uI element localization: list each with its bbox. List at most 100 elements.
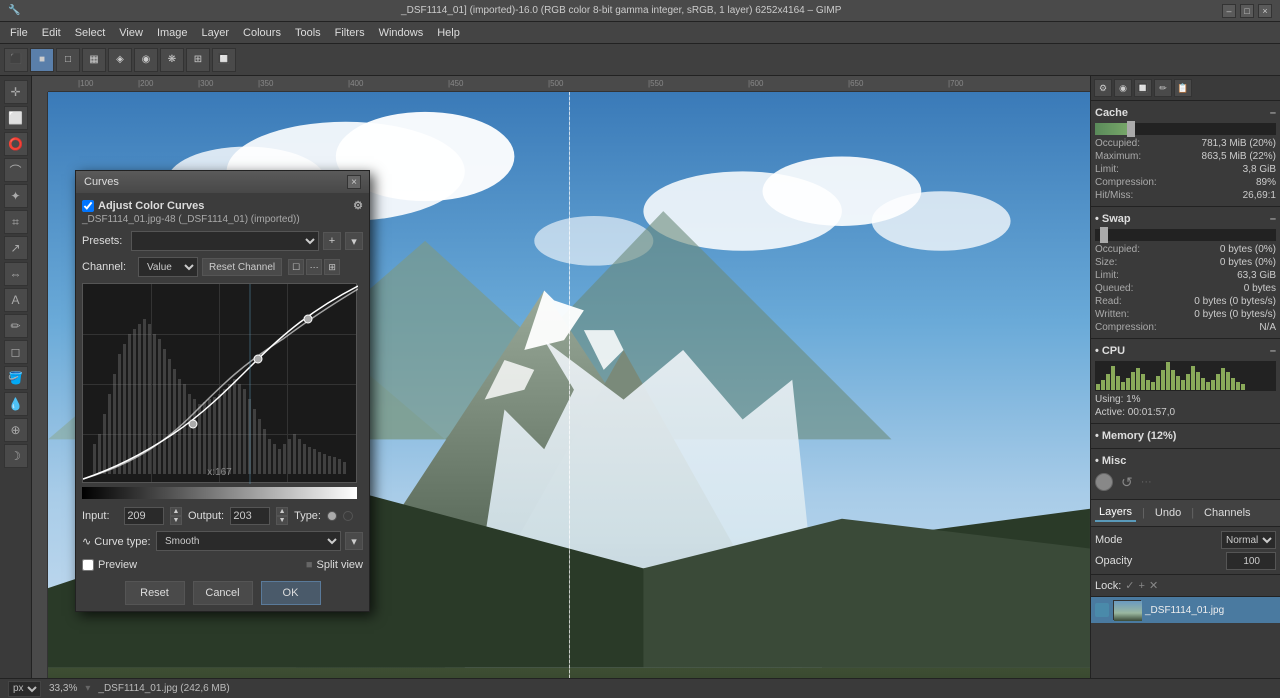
opacity-input[interactable] xyxy=(1226,552,1276,570)
misc-refresh-icon[interactable]: ↺ xyxy=(1121,474,1133,491)
cpu-expand-icon[interactable]: – xyxy=(1270,345,1276,357)
menu-item-help[interactable]: Help xyxy=(431,25,466,41)
compression-row: Compression: 89% xyxy=(1095,176,1276,189)
lock-icon-1[interactable]: ✓ xyxy=(1125,579,1134,592)
tool-transform[interactable]: ↗ xyxy=(4,236,28,260)
menu-item-view[interactable]: View xyxy=(113,25,149,41)
menu-bar: FileEditSelectViewImageLayerColoursTools… xyxy=(0,22,1280,44)
cache-marker[interactable] xyxy=(1127,121,1135,137)
curves-close-button[interactable]: × xyxy=(347,175,361,189)
channel-icon-1[interactable]: ☐ xyxy=(288,259,304,275)
written-value: 0 bytes (0 bytes/s) xyxy=(1194,309,1276,320)
tool-ellipse[interactable]: ⭕ xyxy=(4,132,28,156)
curves-title-bar[interactable]: Curves × xyxy=(76,171,369,193)
minimize-button[interactable]: – xyxy=(1222,4,1236,18)
toolbar-btn-8[interactable]: ⊞ xyxy=(186,48,210,72)
channel-dropdown[interactable]: Value xyxy=(138,257,198,277)
curve-type-dropdown[interactable]: Smooth xyxy=(156,531,341,551)
toolbar-btn-4[interactable]: ▦ xyxy=(82,48,106,72)
ruler-tick-8: |550 xyxy=(648,79,663,88)
toolbar-btn-5[interactable]: ◈ xyxy=(108,48,132,72)
preview-checkbox-label[interactable]: Preview xyxy=(82,559,137,571)
input-spin-up[interactable]: ▲ xyxy=(170,507,182,516)
toolbar-btn-1[interactable]: ⬛ xyxy=(4,48,28,72)
output-value-field[interactable] xyxy=(230,507,270,525)
tool-move[interactable]: ✛ xyxy=(4,80,28,104)
menu-item-file[interactable]: File xyxy=(4,25,34,41)
swap-occupied-label: Occupied: xyxy=(1095,244,1140,255)
close-button[interactable]: × xyxy=(1258,4,1272,18)
tool-rect[interactable]: ⬜ xyxy=(4,106,28,130)
layer-visibility-icon[interactable] xyxy=(1095,603,1109,617)
toolbar-btn-2[interactable]: ■ xyxy=(30,48,54,72)
menu-item-image[interactable]: Image xyxy=(151,25,194,41)
tool-flip[interactable]: ⇔ xyxy=(4,262,28,286)
cache-expand-icon[interactable]: – xyxy=(1270,107,1276,119)
preview-checkbox[interactable] xyxy=(82,559,94,571)
tool-paint[interactable]: ✏ xyxy=(4,314,28,338)
split-view-label[interactable]: ■ Split view xyxy=(306,559,363,571)
menu-item-edit[interactable]: Edit xyxy=(36,25,67,41)
toolbar-btn-7[interactable]: ❋ xyxy=(160,48,184,72)
tool-eyedrop[interactable]: 💧 xyxy=(4,392,28,416)
toolbar-btn-9[interactable]: 🔲 xyxy=(212,48,236,72)
panel-tool-5[interactable]: 📋 xyxy=(1174,79,1192,97)
mode-dropdown[interactable]: Normal xyxy=(1221,531,1276,549)
tool-fill[interactable]: 🪣 xyxy=(4,366,28,390)
panel-tool-1[interactable]: ⚙ xyxy=(1094,79,1112,97)
ok-button[interactable]: OK xyxy=(261,581,321,605)
type-dot-empty[interactable] xyxy=(343,511,353,521)
output-spin-up[interactable]: ▲ xyxy=(276,507,288,516)
panel-tool-2[interactable]: ◉ xyxy=(1114,79,1132,97)
output-spin-down[interactable]: ▼ xyxy=(276,516,288,525)
swap-expand-icon[interactable]: – xyxy=(1270,213,1276,225)
tool-text[interactable]: A xyxy=(4,288,28,312)
swap-marker[interactable] xyxy=(1100,227,1108,243)
ruler-tick-9: |600 xyxy=(748,79,763,88)
tab-channels[interactable]: Channels xyxy=(1200,505,1254,521)
toolbar-btn-3[interactable]: □ xyxy=(56,48,80,72)
unit-select[interactable]: px xyxy=(8,681,41,697)
swap-occupied-value: 0 bytes (0%) xyxy=(1220,244,1276,255)
preview-row: Preview ■ Split view xyxy=(82,559,363,571)
type-dot-filled[interactable] xyxy=(327,511,337,521)
curve-type-menu-btn[interactable]: ▾ xyxy=(345,532,363,550)
cpu-bar-11 xyxy=(1151,382,1155,390)
menu-item-colours[interactable]: Colours xyxy=(237,25,287,41)
menu-item-select[interactable]: Select xyxy=(69,25,112,41)
presets-dropdown[interactable] xyxy=(131,231,319,251)
tool-lasso[interactable]: ⌒ xyxy=(4,158,28,182)
presets-menu-btn[interactable]: ▾ xyxy=(345,232,363,250)
tool-dodge[interactable]: ☽ xyxy=(4,444,28,468)
tab-undo[interactable]: Undo xyxy=(1151,505,1185,521)
input-value-field[interactable] xyxy=(124,507,164,525)
reset-button[interactable]: Reset xyxy=(125,581,185,605)
curves-settings-icon[interactable]: ⚙ xyxy=(353,199,363,212)
cpu-bar-1 xyxy=(1101,380,1105,390)
channel-icon-3[interactable]: ⊞ xyxy=(324,259,340,275)
tab-layers[interactable]: Layers xyxy=(1095,504,1136,522)
toolbar-btn-6[interactable]: ◉ xyxy=(134,48,158,72)
tool-crop[interactable]: ⌗ xyxy=(4,210,28,234)
layer-item[interactable]: _DSF1114_01.jpg xyxy=(1091,597,1280,623)
input-spin-down[interactable]: ▼ xyxy=(170,516,182,525)
channel-icon-2[interactable]: ⋯ xyxy=(306,259,322,275)
tool-fuzzy[interactable]: ✦ xyxy=(4,184,28,208)
panel-tool-3[interactable]: 🔲 xyxy=(1134,79,1152,97)
panel-tool-4[interactable]: ✏ xyxy=(1154,79,1172,97)
ruler-horizontal: |100 |200 |300 |350 |400 |450 |500 |550 … xyxy=(48,76,1090,92)
curve-graph[interactable]: x:167 xyxy=(82,283,357,483)
menu-item-layer[interactable]: Layer xyxy=(196,25,236,41)
cancel-button[interactable]: Cancel xyxy=(193,581,253,605)
menu-item-tools[interactable]: Tools xyxy=(289,25,327,41)
curves-chain-checkbox[interactable] xyxy=(82,200,94,212)
menu-item-filters[interactable]: Filters xyxy=(329,25,371,41)
tool-erase[interactable]: ◻ xyxy=(4,340,28,364)
reset-channel-button[interactable]: Reset Channel xyxy=(202,258,282,276)
menu-item-windows[interactable]: Windows xyxy=(373,25,430,41)
presets-add-btn[interactable]: + xyxy=(323,232,341,250)
tool-clone[interactable]: ⊕ xyxy=(4,418,28,442)
lock-icon-3[interactable]: ✕ xyxy=(1149,579,1158,592)
maximize-button[interactable]: □ xyxy=(1240,4,1254,18)
lock-icon-2[interactable]: + xyxy=(1139,580,1145,592)
